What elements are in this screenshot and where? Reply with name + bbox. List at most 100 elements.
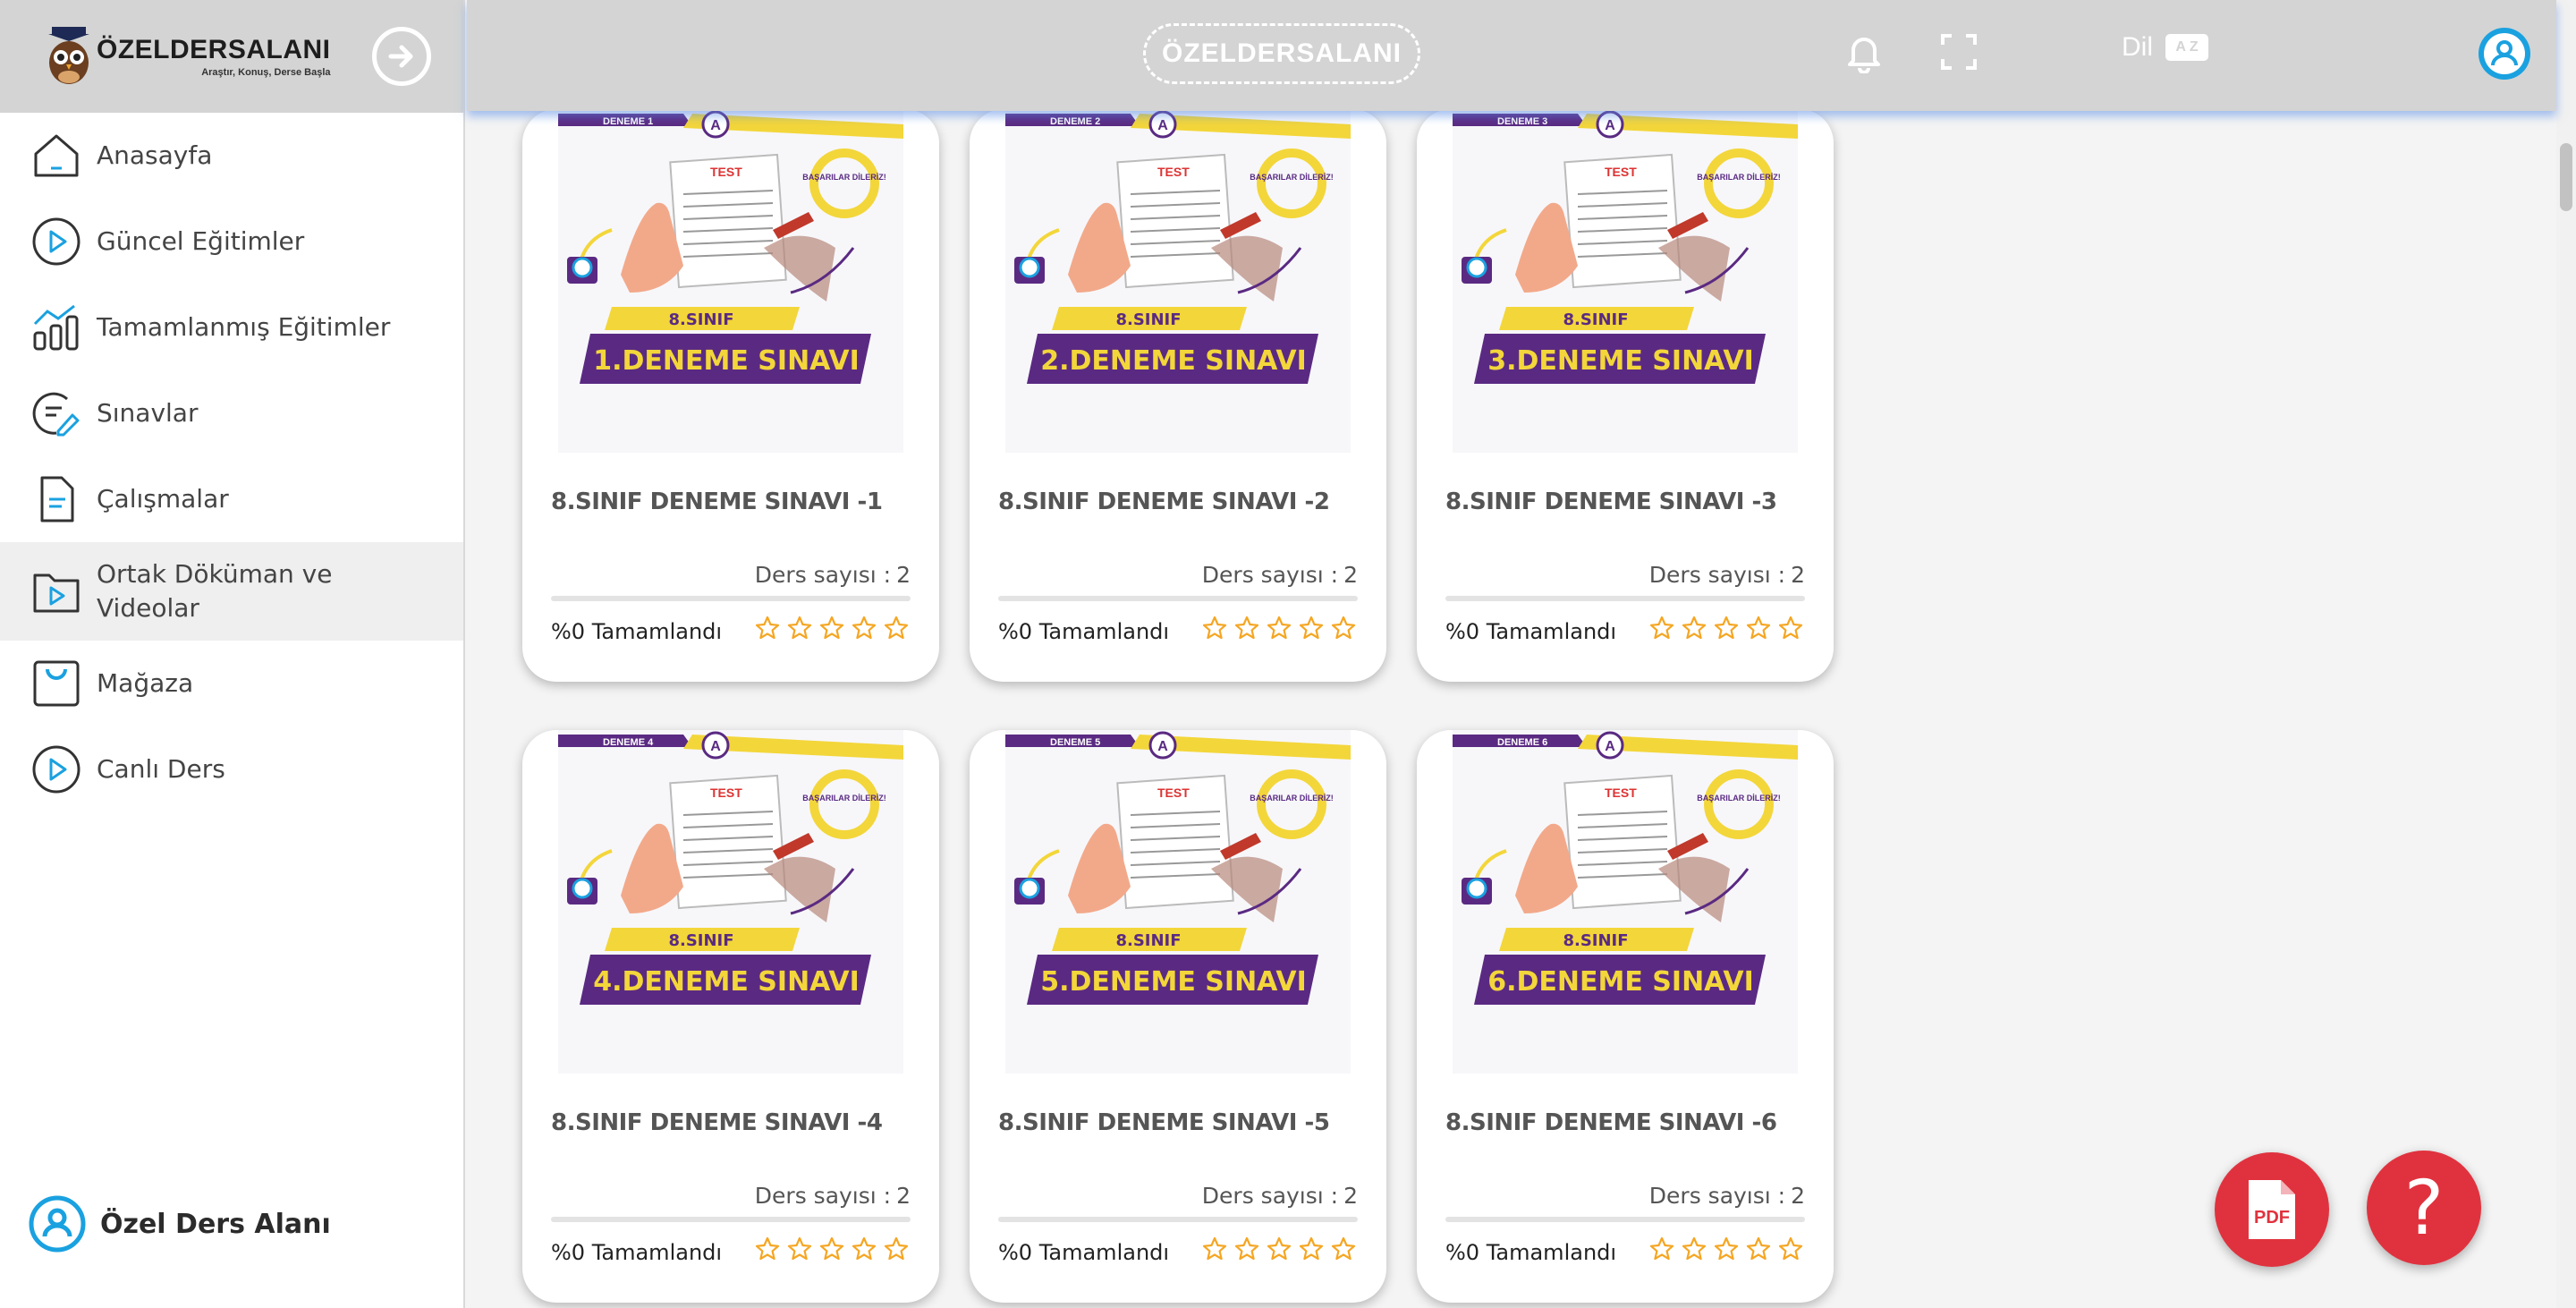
exam-thumbnail: DENEME 1 A TEST BAŞARILAR DİLERİZ! 8.SIN… <box>558 109 903 453</box>
star-icon[interactable] <box>1714 1236 1739 1261</box>
card-test-label: TEST <box>710 165 742 179</box>
sidebar-item-canli-ders[interactable]: Canlı Ders <box>0 726 463 812</box>
user-profile-footer[interactable]: Özel Ders Alanı <box>29 1195 331 1253</box>
card-title: 8.SINIF DENEME SINAVI -1 <box>551 488 883 515</box>
card-success-label: BAŞARILAR DİLERİZ! <box>1250 794 1334 803</box>
card-success-label: BAŞARILAR DİLERİZ! <box>802 173 886 182</box>
star-icon[interactable] <box>819 1236 844 1261</box>
card-lesson-count: Ders sayısı :2 <box>755 562 911 588</box>
rating-stars[interactable] <box>1649 1236 1803 1261</box>
sidebar-item-guncel-egitimler[interactable]: Güncel Eğitimler <box>0 199 463 285</box>
user-avatar-icon[interactable] <box>2478 27 2531 81</box>
star-icon[interactable] <box>1299 1236 1324 1261</box>
exam-card[interactable]: DENEME 6 A TEST BAŞARILAR DİLERİZ! 8.SIN… <box>1417 730 1834 1303</box>
star-icon[interactable] <box>1267 1236 1292 1261</box>
completion-status: %0 Tamamlandı <box>551 619 723 644</box>
scrollbar[interactable] <box>2556 0 2576 1308</box>
rating-stars[interactable] <box>755 1236 909 1261</box>
star-icon[interactable] <box>1714 616 1739 641</box>
progress-bar <box>998 1217 1358 1222</box>
sidebar-item-magaza[interactable]: Mağaza <box>0 641 463 726</box>
star-icon[interactable] <box>1746 616 1771 641</box>
star-icon[interactable] <box>1202 616 1227 641</box>
completion-status: %0 Tamamlandı <box>998 619 1170 644</box>
exam-card[interactable]: DENEME 5 A TEST BAŞARILAR DİLERİZ! 8.SIN… <box>970 730 1386 1303</box>
exam-card[interactable]: DENEME 4 A TEST BAŞARILAR DİLERİZ! 8.SIN… <box>522 730 939 1303</box>
lesson-count-value: 2 <box>1343 1183 1358 1209</box>
star-icon[interactable] <box>1267 616 1292 641</box>
sidebar-item-sinavlar[interactable]: Sınavlar <box>0 370 463 456</box>
star-icon[interactable] <box>884 616 909 641</box>
star-icon[interactable] <box>1682 616 1707 641</box>
card-letter: A <box>710 739 721 754</box>
card-letter: A <box>1605 118 1615 133</box>
sidebar-item-ortak-dokuman[interactable]: Ortak Döküman ve Videolar <box>0 542 463 641</box>
star-icon[interactable] <box>1778 1236 1803 1261</box>
star-icon[interactable] <box>755 616 780 641</box>
rating-stars[interactable] <box>1202 616 1356 641</box>
star-icon[interactable] <box>1234 1236 1259 1261</box>
pdf-label: PDF <box>2254 1208 2290 1227</box>
exam-card[interactable]: DENEME 3 A TEST BAŞARILAR DİLERİZ! 8.SIN… <box>1417 109 1834 682</box>
sidebar-item-anasayfa[interactable]: Anasayfa <box>0 113 463 199</box>
star-icon[interactable] <box>755 1236 780 1261</box>
sidebar-item-tamamlanmis-egitimler[interactable]: Tamamlanmış Eğitimler <box>0 285 463 370</box>
brand-subtitle: Araştır, Konuş, Derse Başla <box>201 67 331 78</box>
star-icon[interactable] <box>1234 616 1259 641</box>
lesson-count-label: Ders sayısı : <box>1201 562 1339 588</box>
sidebar-item-label: Sınavlar <box>97 398 199 428</box>
card-title: 8.SINIF DENEME SINAVI -6 <box>1445 1109 1777 1136</box>
user-name: Özel Ders Alanı <box>100 1208 331 1240</box>
rating-stars[interactable] <box>1202 1236 1356 1261</box>
card-badge: DENEME 4 <box>603 737 654 748</box>
star-icon[interactable] <box>1331 616 1356 641</box>
star-icon[interactable] <box>1778 616 1803 641</box>
lesson-count-label: Ders sayısı : <box>754 562 892 588</box>
exam-card[interactable]: DENEME 1 A TEST BAŞARILAR DİLERİZ! 8.SIN… <box>522 109 939 682</box>
star-icon[interactable] <box>1202 1236 1227 1261</box>
card-exam-name: 3.DENEME SINAVI <box>1487 345 1754 377</box>
card-grade: 8.SINIF <box>1563 310 1628 329</box>
fullscreen-icon[interactable] <box>1939 32 1979 72</box>
card-exam-name: 6.DENEME SINAVI <box>1487 966 1754 998</box>
star-icon[interactable] <box>884 1236 909 1261</box>
completion-status: %0 Tamamlandı <box>1445 619 1617 644</box>
lesson-count-value: 2 <box>1791 1183 1805 1209</box>
rating-stars[interactable] <box>755 616 909 641</box>
sidebar-item-calismalar[interactable]: Çalışmalar <box>0 456 463 542</box>
sidebar-toggle-button[interactable] <box>372 27 431 86</box>
card-success-label: BAŞARILAR DİLERİZ! <box>1697 794 1781 803</box>
star-icon[interactable] <box>852 1236 877 1261</box>
pdf-button[interactable]: PDF <box>2215 1152 2329 1267</box>
star-icon[interactable] <box>1746 1236 1771 1261</box>
star-icon[interactable] <box>787 1236 812 1261</box>
rating-stars[interactable] <box>1649 616 1803 641</box>
star-icon[interactable] <box>1649 1236 1674 1261</box>
star-icon[interactable] <box>1682 1236 1707 1261</box>
bell-icon[interactable] <box>1843 30 1885 73</box>
star-icon[interactable] <box>1331 1236 1356 1261</box>
scrollbar-thumb[interactable] <box>2560 143 2572 211</box>
completion-status: %0 Tamamlandı <box>551 1240 723 1265</box>
star-icon[interactable] <box>1299 616 1324 641</box>
card-grade: 8.SINIF <box>1115 310 1181 329</box>
sidebar-item-label: Ortak Döküman ve Videolar <box>97 559 333 623</box>
card-test-label: TEST <box>710 786 742 800</box>
lesson-count-value: 2 <box>896 562 911 588</box>
lesson-count-value: 2 <box>1343 562 1358 588</box>
star-icon[interactable] <box>852 616 877 641</box>
progress-bar <box>1445 1217 1805 1222</box>
card-lesson-count: Ders sayısı :2 <box>755 1183 911 1209</box>
star-icon[interactable] <box>1649 616 1674 641</box>
exam-card[interactable]: DENEME 2 A TEST BAŞARILAR DİLERİZ! 8.SIN… <box>970 109 1386 682</box>
card-grade: 8.SINIF <box>1563 931 1628 950</box>
bar-chart-icon <box>30 302 82 353</box>
lesson-count-value: 2 <box>1791 562 1805 588</box>
owl-logo-icon <box>48 27 89 84</box>
card-grade: 8.SINIF <box>668 310 733 329</box>
card-grade: 8.SINIF <box>1115 931 1181 950</box>
help-button[interactable]: ? <box>2367 1151 2481 1265</box>
star-icon[interactable] <box>819 616 844 641</box>
language-selector[interactable]: Dil A Z <box>2122 32 2208 63</box>
star-icon[interactable] <box>787 616 812 641</box>
